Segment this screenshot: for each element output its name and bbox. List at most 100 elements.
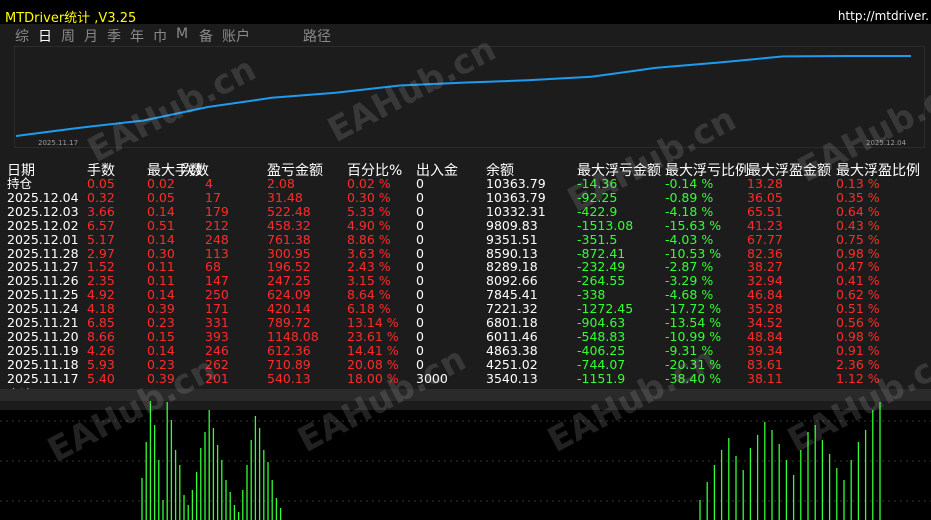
cell-mfg: 48.84 — [747, 329, 783, 344]
cell-count: 4 — [205, 177, 213, 191]
cell-lots: 3.66 — [87, 204, 115, 219]
cell-max_lots: 0.23 — [147, 357, 175, 372]
tab-monthly[interactable]: 月 — [84, 26, 98, 46]
tab-yearly[interactable]: 年 — [130, 26, 144, 46]
cell-count: 113 — [205, 246, 229, 261]
cell-count: 331 — [205, 316, 229, 330]
tab-account[interactable]: 账户 — [222, 26, 250, 46]
cell-date: 2025.11.20 — [7, 329, 79, 344]
cell-mfg: 38.27 — [747, 260, 783, 275]
cell-pct: 20.08 % — [347, 357, 399, 372]
cell-bal: 10363.79 — [486, 177, 546, 191]
cell-date: 2025.12.03 — [7, 204, 79, 219]
cell-pct: 3.15 % — [347, 274, 391, 289]
cell-date: 2025.11.21 — [7, 316, 79, 330]
cell-bal: 4251.02 — [486, 357, 538, 372]
cell-max_lots: 0.14 — [147, 343, 175, 358]
cell-bal: 9351.51 — [486, 232, 538, 247]
table-row: 2025.11.17 5.40 0.39 201 540.13 18.00 % 3000 35… — [0, 372, 931, 386]
table-row: 2025.11.25 4.92 0.14 250 624.09 8.64 % 0 7845.4… — [0, 288, 931, 302]
tab-overall[interactable]: 综 — [15, 26, 29, 46]
equity-curve-chart: 2025.11.17 2025.12.04 — [14, 46, 925, 148]
cell-mflp: -17.72 % — [665, 302, 722, 316]
cell-lots: 8.66 — [87, 329, 115, 344]
tab-quarterly[interactable]: 季 — [107, 26, 121, 46]
cell-mfl: -1151.9 — [577, 371, 626, 386]
cell-io: 0 — [416, 177, 424, 191]
cell-pnl: 789.72 — [267, 316, 311, 330]
cell-lots: 5.40 — [87, 371, 115, 386]
cell-mflp: -2.87 % — [665, 260, 714, 275]
tab-comment[interactable]: 备 — [199, 26, 213, 46]
cell-mflp: -15.63 % — [665, 218, 722, 233]
cell-max_lots: 0.23 — [147, 316, 175, 330]
cell-pnl: 300.95 — [267, 246, 311, 261]
cell-date: 2025.11.24 — [7, 302, 79, 316]
cell-bal: 7221.32 — [486, 302, 538, 316]
cell-mfg: 36.05 — [747, 190, 783, 205]
cell-max_lots: 0.02 — [147, 177, 175, 191]
chart-frame — [14, 46, 925, 148]
cell-mfgp: 0.13 % — [836, 177, 880, 191]
x-start-label: 2025.11.17 — [38, 139, 78, 147]
cell-pnl: 458.32 — [267, 218, 311, 233]
cell-io: 3000 — [416, 371, 448, 386]
cell-lots: 0.05 — [87, 177, 115, 191]
cell-mflp: -20.31 % — [665, 357, 722, 372]
cell-max_lots: 0.30 — [147, 246, 175, 261]
cell-mfl: -1513.08 — [577, 218, 634, 233]
cell-pnl: 2.08 — [267, 177, 295, 191]
cell-mfl: -338 — [577, 288, 606, 302]
cell-pct: 5.33 % — [347, 204, 391, 219]
cell-io: 0 — [416, 218, 424, 233]
cell-bal: 10332.31 — [486, 204, 546, 219]
cell-mfl: -232.49 — [577, 260, 626, 275]
cell-lots: 1.52 — [87, 260, 115, 275]
cell-pct: 0.30 % — [347, 190, 391, 205]
tab-weekly[interactable]: 周 — [61, 26, 75, 46]
cell-mfgp: 1.12 % — [836, 371, 880, 386]
cell-max_lots: 0.39 — [147, 371, 175, 386]
cell-date: 2025.12.02 — [7, 218, 79, 233]
cell-date: 2025.11.19 — [7, 343, 79, 358]
tab-path[interactable]: 路径 — [303, 26, 331, 46]
cell-mfl: -548.83 — [577, 329, 626, 344]
cell-mfgp: 2.36 % — [836, 357, 880, 372]
table-row: 2025.11.27 1.52 0.11 68 196.52 2.43 % 0 8289.18… — [0, 260, 931, 274]
cell-mfg: 41.23 — [747, 218, 783, 233]
cell-mflp: -10.53 % — [665, 246, 722, 261]
cell-max_lots: 0.15 — [147, 329, 175, 344]
cell-io: 0 — [416, 302, 424, 316]
cell-max_lots: 0.51 — [147, 218, 175, 233]
cell-lots: 0.32 — [87, 190, 115, 205]
cell-date: 2025.12.04 — [7, 190, 79, 205]
cell-pct: 8.64 % — [347, 288, 391, 302]
cell-mflp: -0.89 % — [665, 190, 714, 205]
cell-mflp: -13.54 % — [665, 316, 722, 330]
tab-daily[interactable]: 日 — [38, 26, 52, 46]
cell-io: 0 — [416, 357, 424, 372]
cell-mflp: -9.31 % — [665, 343, 714, 358]
cell-pct: 18.00 % — [347, 371, 399, 386]
cell-io: 0 — [416, 274, 424, 289]
cell-max_lots: 0.05 — [147, 190, 175, 205]
cell-bal: 4863.38 — [486, 343, 538, 358]
cell-mfg: 34.52 — [747, 316, 783, 330]
tab-symbol[interactable]: 巾 — [153, 26, 167, 46]
cell-io: 0 — [416, 232, 424, 247]
cell-io: 0 — [416, 260, 424, 275]
total-row — [0, 389, 931, 401]
cell-mfg: 35.28 — [747, 302, 783, 316]
cell-max_lots: 0.11 — [147, 260, 175, 275]
cell-mflp: -4.03 % — [665, 232, 714, 247]
cell-mfg: 83.61 — [747, 357, 783, 372]
cell-mfl: -744.07 — [577, 357, 626, 372]
cell-bal: 7845.41 — [486, 288, 538, 302]
cell-bal: 8590.13 — [486, 246, 538, 261]
histogram-grid — [0, 420, 931, 502]
cell-mflp: -3.29 % — [665, 274, 714, 289]
tab-magic[interactable]: M — [176, 26, 188, 42]
cell-date: 2025.11.17 — [7, 371, 79, 386]
cell-date: 持仓 — [7, 177, 33, 191]
app-url-link[interactable]: http://mtdriver. — [838, 9, 929, 23]
